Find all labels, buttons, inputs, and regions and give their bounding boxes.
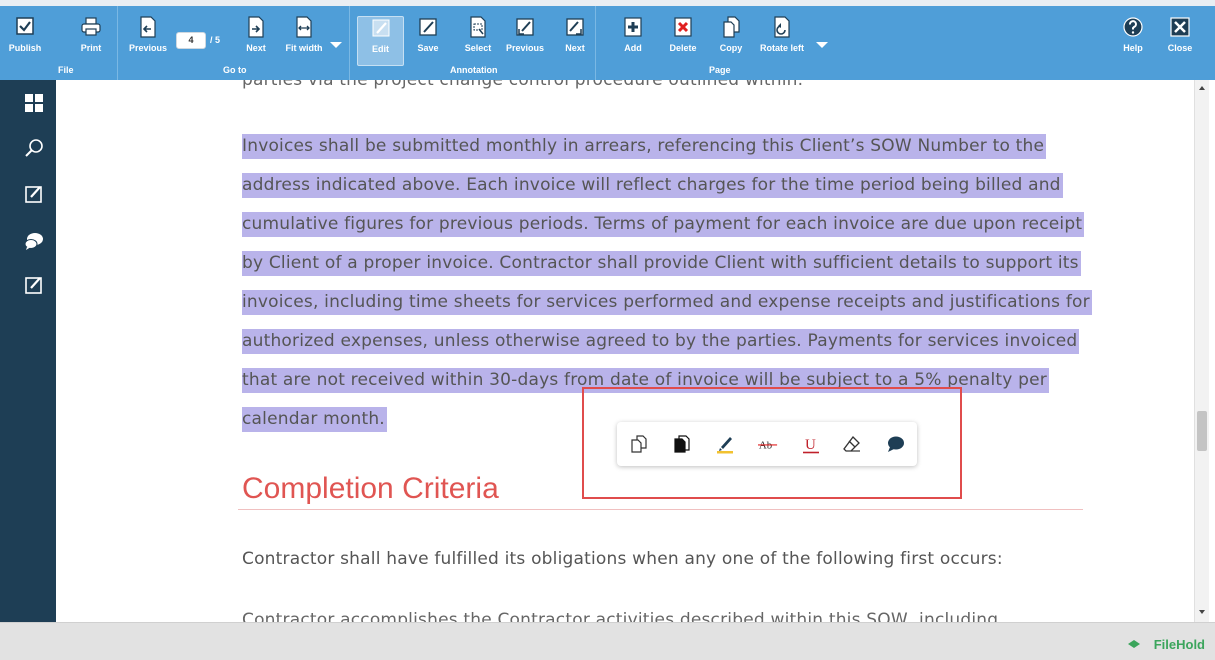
thumbnails-icon[interactable] <box>24 93 44 113</box>
scroll-down-icon[interactable] <box>1199 610 1205 614</box>
toolbar: Publish Print File Previous Next Fit wid… <box>0 0 1215 80</box>
heading-divider <box>238 509 1083 510</box>
previous-page-icon <box>140 16 156 38</box>
rotate-left-button[interactable]: Rotate left <box>760 16 804 68</box>
previous-page-button[interactable]: Previous <box>126 16 170 68</box>
edit-annotation-icon <box>372 19 389 37</box>
publish-button[interactable]: Publish <box>3 16 47 68</box>
file-group-label: File <box>58 65 74 75</box>
highlighted-text: cumulative figures for previous periods.… <box>242 212 1085 237</box>
help-icon <box>1123 17 1143 37</box>
close-button[interactable]: Close <box>1158 16 1202 68</box>
scroll-up-icon[interactable] <box>1199 86 1205 90</box>
highlighted-line: invoices, including time sheets for serv… <box>242 290 1092 315</box>
sidebar <box>0 80 56 622</box>
fit-width-button[interactable]: Fit width <box>282 16 326 68</box>
search-icon[interactable] <box>24 138 44 158</box>
next-page-button[interactable]: Next <box>234 16 278 68</box>
add-page-icon <box>624 17 642 37</box>
annotation-group: Edit Save Select Previous Next Annotatio… <box>350 6 596 80</box>
next-page-icon <box>248 16 264 38</box>
rotate-left-label: Rotate left <box>759 43 804 53</box>
save-annotation-button[interactable]: Save <box>406 16 450 68</box>
annotate-icon[interactable] <box>24 275 44 295</box>
goto-group-label: Go to <box>223 65 247 75</box>
brand-logo: FileHold <box>1153 637 1205 652</box>
highlighted-text: invoices, including time sheets for serv… <box>242 290 1092 315</box>
edit-icon[interactable] <box>24 184 44 204</box>
highlighted-line: authorized expenses, unless otherwise ag… <box>242 329 1080 354</box>
select-annotation-icon <box>470 16 486 38</box>
section-heading: Completion Criteria <box>242 472 499 505</box>
filehold-logo-icon <box>1128 640 1140 648</box>
next-annotation-button[interactable]: Next <box>553 16 597 68</box>
goto-group: Previous Next Fit width Go to <box>118 6 350 80</box>
fit-width-icon <box>296 16 312 38</box>
delete-page-icon <box>674 17 692 37</box>
previous-annotation-icon <box>516 18 534 36</box>
previous-annotation-button[interactable]: Previous <box>503 16 547 68</box>
copy-icon[interactable] <box>629 434 649 454</box>
print-icon <box>81 17 101 36</box>
highlighted-text: authorized expenses, unless otherwise ag… <box>242 329 1080 354</box>
document-viewer: parties via the project change control p… <box>56 80 1194 622</box>
fit-width-dropdown-icon[interactable] <box>330 42 342 48</box>
eraser-icon[interactable] <box>842 434 862 454</box>
publish-icon <box>16 17 34 35</box>
help-button[interactable]: Help <box>1111 16 1155 68</box>
strikethrough-text: Ab <box>759 440 773 452</box>
comments-icon[interactable] <box>24 231 44 251</box>
add-page-button[interactable]: Add <box>611 16 655 68</box>
document-text-line: parties via the project change control p… <box>242 80 804 90</box>
print-button[interactable]: Print <box>69 16 113 68</box>
page-group: Add Delete Copy Rotate left Page <box>596 6 846 80</box>
vertical-scrollbar[interactable] <box>1194 80 1209 622</box>
next-annotation-icon <box>566 18 584 36</box>
highlighted-text: Invoices shall be submitted monthly in a… <box>242 134 1047 159</box>
page-group-label: Page <box>709 65 731 75</box>
highlighted-line: Invoices shall be submitted monthly in a… <box>242 134 1047 159</box>
highlighted-text: by Client of a proper invoice. Contracto… <box>242 251 1081 276</box>
document-text-line: Contractor accomplishes the Contractor a… <box>242 610 999 622</box>
annotation-group-label: Annotation <box>450 65 498 75</box>
previous-page-label: Previous <box>128 43 168 53</box>
highlighted-line: cumulative figures for previous periods.… <box>242 212 1085 237</box>
fit-width-label: Fit width <box>285 43 323 53</box>
close-label: Close <box>1167 43 1193 53</box>
publish-label: Publish <box>8 43 42 53</box>
copy-page-icon <box>723 16 740 38</box>
strikethrough-icon[interactable]: Ab <box>758 434 778 454</box>
highlighted-text: address indicated above. Each invoice wi… <box>242 173 1063 198</box>
highlighted-line: calendar month. <box>242 407 387 432</box>
annotation-popup-toolbar: Ab U <box>617 422 917 466</box>
highlighted-line: by Client of a proper invoice. Contracto… <box>242 251 1081 276</box>
select-annotation-button[interactable]: Select <box>456 16 500 68</box>
document-text-line: Contractor shall have fulfilled its obli… <box>242 549 1003 569</box>
print-label: Print <box>80 43 102 53</box>
page-total: / 5 <box>210 35 221 45</box>
close-icon <box>1170 17 1190 37</box>
page-more-dropdown-icon[interactable] <box>816 42 828 48</box>
highlight-icon[interactable] <box>715 434 735 454</box>
fill-icon[interactable] <box>672 434 692 454</box>
scroll-thumb[interactable] <box>1197 411 1207 451</box>
highlighted-text: calendar month. <box>242 407 387 432</box>
underline-icon[interactable]: U <box>801 434 821 454</box>
copy-page-button[interactable]: Copy <box>709 16 753 68</box>
page-number-input[interactable]: 4 <box>176 32 206 49</box>
delete-page-button[interactable]: Delete <box>661 16 705 68</box>
highlighted-line: address indicated above. Each invoice wi… <box>242 173 1063 198</box>
save-annotation-icon <box>419 18 437 36</box>
underline-text: U <box>805 437 816 453</box>
footer-bar: FileHold <box>0 622 1215 660</box>
rotate-left-icon <box>774 16 790 38</box>
file-group: Publish Print File <box>0 6 118 80</box>
comment-icon[interactable] <box>885 434 905 454</box>
edit-annotation-button[interactable]: Edit <box>357 16 404 66</box>
